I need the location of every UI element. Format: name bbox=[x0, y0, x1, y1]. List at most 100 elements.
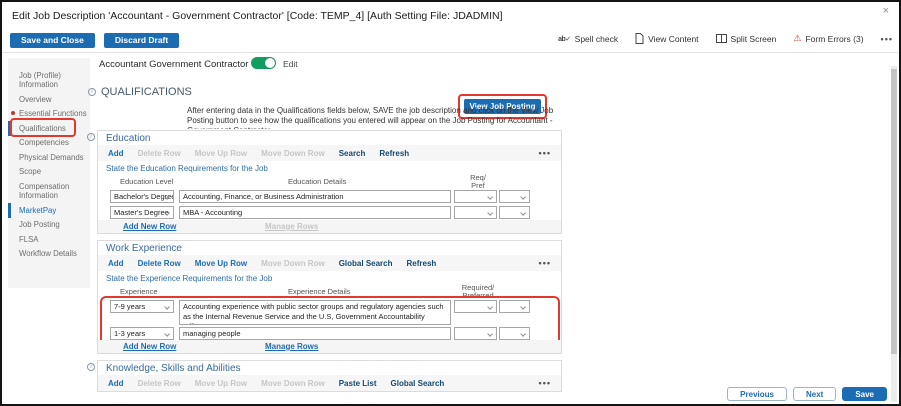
delete-row-button: Delete Row bbox=[138, 149, 181, 158]
info-icon: i bbox=[88, 88, 96, 96]
more-options-icon[interactable]: ••• bbox=[539, 258, 551, 268]
add-button[interactable]: Add bbox=[108, 379, 124, 388]
scrollbar-thumb[interactable] bbox=[891, 69, 897, 354]
sidebar-item-flsa[interactable]: FLSA bbox=[8, 232, 90, 247]
required-preferred-select[interactable] bbox=[499, 327, 530, 340]
move-up-row-button: Move Up Row bbox=[195, 379, 247, 388]
sidebar-item-essential-functions[interactable]: Essential Functions bbox=[8, 107, 90, 122]
work-experience-section: Work Experience Add Delete Row Move Up R… bbox=[97, 240, 562, 354]
move-down-row-button: Move Down Row bbox=[261, 379, 325, 388]
req-pref-select[interactable] bbox=[454, 206, 497, 219]
work-experience-column-headers: Experience Experience Details Required/ … bbox=[98, 284, 561, 300]
ksa-toolbar: Add Delete Row Move Up Row Move Down Row… bbox=[98, 375, 561, 391]
view-content-label: View Content bbox=[648, 34, 698, 44]
discard-draft-button[interactable]: Discard Draft bbox=[104, 33, 179, 48]
education-details-input[interactable] bbox=[179, 206, 451, 219]
required-preferred-select[interactable] bbox=[499, 300, 530, 313]
req-pref-select[interactable] bbox=[454, 190, 497, 203]
sidebar-item-label: Qualifications bbox=[19, 124, 66, 133]
info-icon: i bbox=[87, 133, 95, 141]
education-footer: Add New Row Manage Rows bbox=[98, 220, 561, 233]
utility-toolbar: ab✓ Spell check View Content Split Scree… bbox=[558, 33, 893, 44]
education-level-select[interactable]: Master's Degree bbox=[110, 206, 174, 219]
ksa-section-title: Knowledge, Skills and Abilities bbox=[98, 361, 561, 375]
sidebar-item-compensation-information[interactable]: Compensation Information bbox=[8, 179, 90, 203]
sidebar-item-label: Essential Functions bbox=[19, 109, 87, 118]
edit-toggle-label: Edit bbox=[283, 59, 298, 69]
sidebar-item-job-posting[interactable]: Job Posting bbox=[8, 218, 90, 233]
delete-row-button: Delete Row bbox=[138, 379, 181, 388]
experience-details-input[interactable] bbox=[179, 327, 451, 340]
experience-details-textarea[interactable]: Accounting experience with public sector… bbox=[179, 300, 451, 325]
move-up-row-button: Move Up Row bbox=[195, 149, 247, 158]
split-screen-label: Split Screen bbox=[731, 34, 777, 44]
sidebar-item-marketpay[interactable]: MarketPay bbox=[8, 203, 90, 218]
split-screen-button[interactable]: Split Screen bbox=[716, 34, 777, 44]
ksa-section: Knowledge, Skills and Abilities Add Dele… bbox=[97, 360, 562, 392]
more-options-icon[interactable]: ••• bbox=[539, 148, 551, 158]
work-experience-row: 7-9 years Accounting experience with pub… bbox=[98, 300, 561, 327]
edit-toggle[interactable] bbox=[251, 57, 276, 69]
form-errors-button[interactable]: ⚠ Form Errors (3) bbox=[793, 34, 863, 44]
experience-years-select[interactable]: 1-3 years bbox=[110, 327, 174, 340]
sidebar-item-workflow-details[interactable]: Workflow Details bbox=[8, 247, 90, 262]
refresh-button[interactable]: Refresh bbox=[379, 149, 409, 158]
required-preferred-select[interactable] bbox=[454, 300, 497, 313]
close-icon[interactable]: × bbox=[883, 5, 889, 17]
sidebar-item-qualifications[interactable]: Qualifications bbox=[8, 121, 90, 136]
column-education-details: Education Details bbox=[288, 177, 346, 186]
more-options-icon[interactable]: ••• bbox=[539, 378, 551, 388]
primary-action-buttons: Save and Close Discard Draft bbox=[10, 33, 179, 48]
move-down-row-button: Move Down Row bbox=[261, 259, 325, 268]
work-experience-footer: Add New Row Manage Rows bbox=[98, 340, 561, 353]
manage-rows-link: Manage Rows bbox=[265, 222, 318, 231]
search-button[interactable]: Search bbox=[339, 149, 366, 158]
req-pref-select[interactable] bbox=[499, 206, 530, 219]
req-pref-select[interactable] bbox=[499, 190, 530, 203]
sidebar-item-scope[interactable]: Scope bbox=[8, 165, 90, 180]
manage-rows-link[interactable]: Manage Rows bbox=[265, 342, 318, 351]
education-column-headers: Education Level Education Details Req/ P… bbox=[98, 174, 561, 190]
required-preferred-select[interactable] bbox=[454, 327, 497, 340]
view-content-button[interactable]: View Content bbox=[635, 33, 698, 44]
column-education-level: Education Level bbox=[120, 177, 173, 186]
window-title: Edit Job Description 'Accountant - Gover… bbox=[12, 10, 503, 22]
info-icon: i bbox=[87, 363, 95, 371]
vertical-scrollbar[interactable] bbox=[891, 66, 897, 402]
delete-row-button[interactable]: Delete Row bbox=[138, 259, 181, 268]
sidebar-item-overview[interactable]: Overview bbox=[8, 92, 90, 107]
next-button[interactable]: Next bbox=[793, 387, 836, 401]
education-section: Education Add Delete Row Move Up Row Mov… bbox=[97, 130, 562, 234]
add-button[interactable]: Add bbox=[108, 149, 124, 158]
form-errors-label: Form Errors (3) bbox=[805, 34, 863, 44]
qualifications-section-title: QUALIFICATIONS bbox=[101, 86, 192, 98]
spell-check-label: Spell check bbox=[575, 34, 618, 44]
save-button[interactable]: Save bbox=[842, 387, 887, 401]
work-experience-toolbar: Add Delete Row Move Up Row Move Down Row… bbox=[98, 255, 561, 271]
paste-list-button[interactable]: Paste List bbox=[339, 379, 377, 388]
add-new-row-link[interactable]: Add New Row bbox=[123, 222, 176, 231]
move-up-row-button[interactable]: Move Up Row bbox=[195, 259, 247, 268]
qualifications-instructions: After entering data in the Qualification… bbox=[187, 106, 561, 129]
sidebar-item-physical-demands[interactable]: Physical Demands bbox=[8, 150, 90, 165]
work-experience-section-title: Work Experience bbox=[98, 241, 561, 255]
add-button[interactable]: Add bbox=[108, 259, 124, 268]
save-and-close-button[interactable]: Save and Close bbox=[10, 33, 95, 48]
more-options-icon[interactable]: ••• bbox=[881, 34, 893, 44]
sidebar-item-competencies[interactable]: Competencies bbox=[8, 136, 90, 151]
column-experience-details: Experience Details bbox=[288, 287, 351, 296]
sidebar-nav: Job (Profile) Information Overview Essen… bbox=[8, 58, 90, 288]
education-level-select[interactable]: Bachelor's Degree bbox=[110, 190, 174, 203]
education-details-input[interactable] bbox=[179, 190, 451, 203]
previous-button[interactable]: Previous bbox=[727, 387, 787, 401]
spell-check-button[interactable]: ab✓ Spell check bbox=[558, 34, 618, 44]
add-new-row-link[interactable]: Add New Row bbox=[123, 342, 176, 351]
refresh-button[interactable]: Refresh bbox=[407, 259, 437, 268]
global-search-button[interactable]: Global Search bbox=[339, 259, 393, 268]
header-divider bbox=[2, 52, 899, 53]
experience-years-select[interactable]: 7-9 years bbox=[110, 300, 174, 313]
global-search-button[interactable]: Global Search bbox=[391, 379, 445, 388]
sidebar-item-job-profile-information[interactable]: Job (Profile) Information bbox=[8, 68, 90, 92]
education-section-title: Education bbox=[98, 131, 561, 145]
column-req-pref: Req/ Pref bbox=[456, 174, 500, 189]
